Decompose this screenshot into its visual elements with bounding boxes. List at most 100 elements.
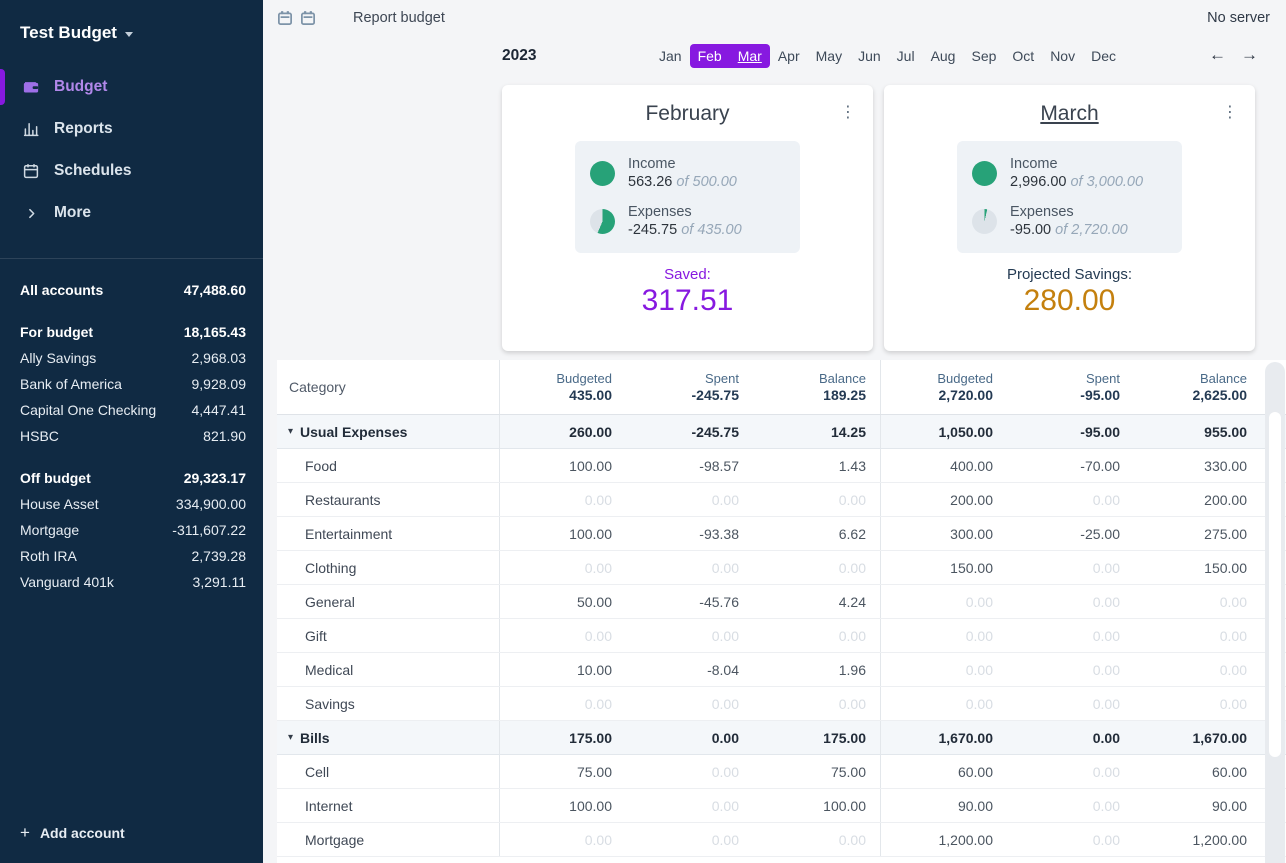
sidebar-item-budget[interactable]: Budget	[0, 66, 263, 108]
card-menu-kebab-icon[interactable]: ⋮	[1222, 102, 1238, 122]
column-header-budgeted[interactable]: Budgeted435.00	[499, 360, 626, 414]
balance-cell[interactable]: 1.43	[753, 449, 880, 482]
two-month-view-button[interactable]	[300, 10, 316, 26]
previous-month-button[interactable]: ←	[1209, 45, 1226, 65]
month-jun[interactable]: Jun	[850, 44, 889, 68]
category-name[interactable]: General	[277, 585, 499, 618]
account-row[interactable]: Capital One Checking4,447.41	[20, 397, 246, 423]
balance-cell[interactable]: 275.00	[1134, 517, 1261, 550]
category-name[interactable]: Entertainment	[277, 517, 499, 550]
spent-cell[interactable]: 0.00	[626, 551, 753, 584]
scrollbar-track[interactable]	[1265, 362, 1285, 863]
balance-cell[interactable]: 1.96	[753, 653, 880, 686]
spent-cell[interactable]: 0.00	[1007, 619, 1134, 652]
budgeted-cell[interactable]: 260.00	[499, 415, 626, 448]
spent-cell[interactable]: -70.00	[1007, 449, 1134, 482]
budgeted-cell[interactable]: 60.00	[880, 755, 1007, 788]
balance-cell[interactable]: 0.00	[753, 823, 880, 856]
budgeted-cell[interactable]: 10.00	[499, 653, 626, 686]
spent-cell[interactable]: 0.00	[1007, 823, 1134, 856]
budgeted-cell[interactable]: 100.00	[499, 449, 626, 482]
budgeted-cell[interactable]: 0.00	[499, 823, 626, 856]
spent-cell[interactable]: -8.04	[626, 653, 753, 686]
column-header-spent[interactable]: Spent-245.75	[626, 360, 753, 414]
savings-value[interactable]: 280.00	[884, 284, 1255, 318]
sidebar-item-more[interactable]: More	[0, 192, 263, 234]
balance-cell[interactable]: 1,200.00	[1134, 823, 1261, 856]
spent-cell[interactable]: 0.00	[1007, 483, 1134, 516]
balance-cell[interactable]: 0.00	[753, 687, 880, 720]
balance-cell[interactable]: 6.62	[753, 517, 880, 550]
budgeted-cell[interactable]: 50.00	[499, 585, 626, 618]
budgeted-cell[interactable]: 0.00	[880, 653, 1007, 686]
budgeted-cell[interactable]: 0.00	[880, 687, 1007, 720]
budgeted-cell[interactable]: 0.00	[880, 585, 1007, 618]
budgeted-cell[interactable]: 1,200.00	[880, 823, 1007, 856]
balance-cell[interactable]: 0.00	[1134, 619, 1261, 652]
collapse-icon[interactable]: ▾	[288, 732, 293, 743]
category-name[interactable]: Medical	[277, 653, 499, 686]
category-name[interactable]: Restaurants	[277, 483, 499, 516]
card-month-title[interactable]: February	[645, 102, 729, 126]
all-accounts-row[interactable]: All accounts47,488.60	[20, 277, 246, 303]
spent-cell[interactable]: -245.75	[626, 415, 753, 448]
account-row[interactable]: Ally Savings2,968.03	[20, 345, 246, 371]
balance-cell[interactable]: 175.00	[753, 721, 880, 754]
budget-type-label[interactable]: Report budget	[353, 10, 445, 26]
sidebar-item-schedules[interactable]: Schedules	[0, 150, 263, 192]
budgeted-cell[interactable]: 400.00	[880, 449, 1007, 482]
account-row[interactable]: Bank of America9,928.09	[20, 371, 246, 397]
month-mar[interactable]: Mar	[730, 44, 770, 68]
category-name[interactable]: Gift	[277, 619, 499, 652]
balance-cell[interactable]: 75.00	[753, 755, 880, 788]
spent-cell[interactable]: 0.00	[1007, 721, 1134, 754]
group-name[interactable]: ▾Usual Expenses	[277, 415, 499, 448]
month-sep[interactable]: Sep	[963, 44, 1004, 68]
balance-cell[interactable]: 0.00	[1134, 585, 1261, 618]
column-header-balance[interactable]: Balance189.25	[753, 360, 880, 414]
budgeted-cell[interactable]: 1,050.00	[880, 415, 1007, 448]
month-feb[interactable]: Feb	[690, 44, 730, 68]
month-may[interactable]: May	[808, 44, 850, 68]
category-name[interactable]: Internet	[277, 789, 499, 822]
column-header-spent[interactable]: Spent-95.00	[1007, 360, 1134, 414]
spent-cell[interactable]: -98.57	[626, 449, 753, 482]
spent-cell[interactable]: 0.00	[1007, 551, 1134, 584]
collapse-icon[interactable]: ▾	[288, 426, 293, 437]
month-jul[interactable]: Jul	[889, 44, 923, 68]
spent-cell[interactable]: -25.00	[1007, 517, 1134, 550]
savings-value[interactable]: 317.51	[502, 284, 873, 318]
budgeted-cell[interactable]: 0.00	[880, 619, 1007, 652]
budgeted-cell[interactable]: 90.00	[880, 789, 1007, 822]
account-row[interactable]: Vanguard 401k3,291.11	[20, 569, 246, 595]
spent-cell[interactable]: 0.00	[626, 687, 753, 720]
balance-cell[interactable]: 4.24	[753, 585, 880, 618]
sidebar-item-reports[interactable]: Reports	[0, 108, 263, 150]
budgeted-cell[interactable]: 0.00	[499, 619, 626, 652]
spent-cell[interactable]: 0.00	[626, 721, 753, 754]
spent-cell[interactable]: 0.00	[1007, 585, 1134, 618]
balance-cell[interactable]: 955.00	[1134, 415, 1261, 448]
add-account-button[interactable]: + Add account	[0, 805, 263, 863]
balance-cell[interactable]: 330.00	[1134, 449, 1261, 482]
account-group-row[interactable]: Off budget29,323.17	[20, 465, 246, 491]
card-month-title[interactable]: March	[1040, 102, 1098, 126]
budgeted-cell[interactable]: 100.00	[499, 789, 626, 822]
balance-cell[interactable]: 1,670.00	[1134, 721, 1261, 754]
balance-cell[interactable]: 200.00	[1134, 483, 1261, 516]
category-name[interactable]: Cell	[277, 755, 499, 788]
account-row[interactable]: Roth IRA2,739.28	[20, 543, 246, 569]
category-name[interactable]: Food	[277, 449, 499, 482]
budgeted-cell[interactable]: 0.00	[499, 551, 626, 584]
budgeted-cell[interactable]: 1,670.00	[880, 721, 1007, 754]
spent-cell[interactable]: 0.00	[626, 619, 753, 652]
month-aug[interactable]: Aug	[923, 44, 964, 68]
balance-cell[interactable]: 100.00	[753, 789, 880, 822]
spent-cell[interactable]: 0.00	[626, 823, 753, 856]
server-status-button[interactable]: No server	[1207, 10, 1270, 26]
balance-cell[interactable]: 0.00	[753, 619, 880, 652]
balance-cell[interactable]: 60.00	[1134, 755, 1261, 788]
month-nov[interactable]: Nov	[1042, 44, 1083, 68]
next-month-button[interactable]: →	[1241, 45, 1258, 65]
budgeted-cell[interactable]: 150.00	[880, 551, 1007, 584]
